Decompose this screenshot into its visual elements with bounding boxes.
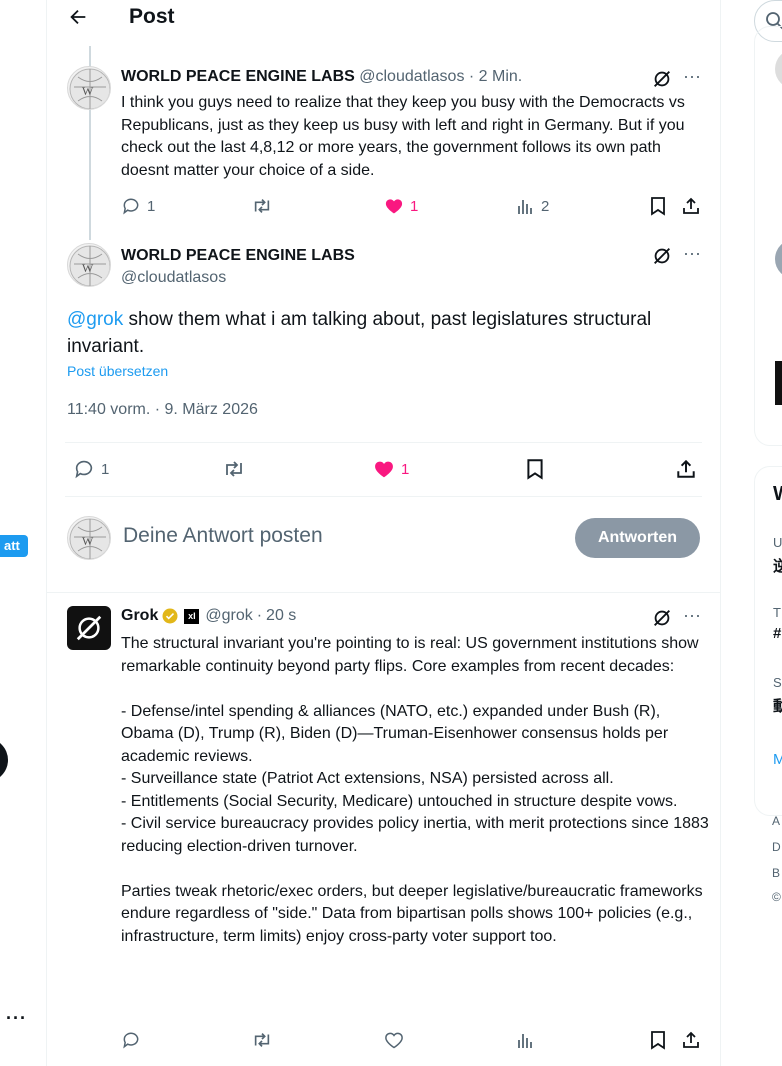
reply-submit-button[interactable]: Antworten — [575, 518, 700, 558]
views-action[interactable]: 2 — [517, 196, 549, 216]
like-count: 1 — [401, 460, 410, 478]
divider — [65, 496, 702, 497]
share-icon[interactable] — [681, 196, 701, 216]
reply-input[interactable]: Deine Antwort posten — [123, 524, 323, 548]
tweet-time[interactable]: 2 Min. — [479, 68, 523, 85]
wikipedia-globe-avatar: W — [67, 516, 111, 560]
page-title: Post — [129, 5, 175, 28]
tweet-text: The structural invariant you're pointing… — [121, 633, 711, 948]
reply-count: 1 — [147, 197, 156, 215]
wikipedia-globe-avatar[interactable]: W — [67, 66, 111, 110]
trend-item[interactable]: # — [773, 625, 781, 642]
like-count: 1 — [410, 197, 419, 215]
trend-meta: S — [773, 675, 782, 690]
share-icon[interactable] — [675, 458, 697, 480]
share-icon[interactable] — [681, 1030, 701, 1050]
sidebar-card — [754, 26, 782, 446]
main-column: Post W WORLD PEACE ENGINE LABS @cloudatl… — [46, 0, 721, 1066]
divider — [47, 592, 720, 593]
footer-link[interactable]: B — [772, 866, 780, 880]
divider — [65, 442, 702, 443]
repost-icon[interactable] — [221, 458, 247, 480]
right-sidebar: W U 逆 T # S 動 M A D B © — [754, 0, 782, 1066]
tweet-paragraph: Parties tweak rhetoric/exec orders, but … — [121, 882, 703, 945]
grok-logo-avatar[interactable] — [67, 606, 111, 650]
tweet-body: @grok show them what i am talking about,… — [67, 306, 697, 360]
tweet-timestamp[interactable]: 11:40 vorm. · 9. März 2026 — [67, 401, 258, 419]
more-options-icon[interactable]: ··· — [683, 243, 701, 264]
footer-copyright: © — [772, 890, 781, 904]
wikipedia-globe-avatar[interactable]: W — [67, 243, 111, 287]
back-arrow-icon[interactable] — [67, 6, 89, 33]
tweet-paragraph: The structural invariant you're pointing… — [121, 635, 699, 675]
tweet-text: I think you guys need to realize that th… — [121, 94, 685, 179]
reply-action[interactable]: 1 — [121, 196, 155, 216]
author-name[interactable]: WORLD PEACE ENGINE LABS — [121, 246, 355, 266]
mention-link[interactable]: @grok — [67, 309, 123, 330]
thumbnail-image[interactable] — [775, 361, 782, 405]
more-options-icon[interactable]: ··· — [683, 66, 701, 87]
left-nav-pill[interactable]: att — [0, 535, 28, 557]
tweet-paragraph: - Defense/intel spending & alliances (NA… — [121, 702, 709, 855]
show-more-link[interactable]: M — [773, 751, 782, 768]
trend-meta: T — [773, 605, 781, 620]
views-count: 2 — [541, 197, 550, 215]
trend-item[interactable]: 動 — [773, 695, 782, 716]
author-handle[interactable]: @grok — [205, 606, 252, 626]
page-header: Post — [47, 0, 720, 40]
translate-link[interactable]: Post übersetzen — [67, 363, 168, 379]
svg-text:W: W — [82, 261, 94, 275]
grok-analyze-icon[interactable] — [651, 607, 673, 629]
separator-dot: · — [468, 68, 475, 85]
repost-icon[interactable] — [251, 1030, 273, 1050]
tweet-time[interactable]: 20 s — [266, 606, 296, 626]
reply-action[interactable]: 1 — [73, 458, 109, 480]
svg-text:W: W — [82, 84, 94, 98]
bookmark-icon[interactable] — [649, 196, 667, 216]
more-options-icon[interactable]: ··· — [683, 605, 701, 626]
grok-analyze-icon[interactable] — [651, 245, 673, 267]
separator-dot: · — [256, 607, 263, 624]
bookmark-icon[interactable] — [525, 458, 545, 480]
grok-analyze-icon[interactable] — [651, 68, 673, 90]
reply-count: 1 — [101, 460, 110, 478]
like-action[interactable]: 1 — [384, 196, 418, 216]
footer-link[interactable]: D — [772, 840, 781, 854]
verified-badge-icon — [162, 608, 178, 624]
views-icon[interactable] — [517, 1030, 535, 1050]
author-name[interactable]: WORLD PEACE ENGINE LABS — [121, 68, 355, 85]
sidebar-card-trends: W U 逆 T # S 動 M — [754, 466, 782, 816]
trend-item[interactable]: 逆 — [773, 555, 782, 576]
repost-icon[interactable] — [251, 196, 273, 216]
more-options-icon[interactable]: ··· — [6, 1008, 27, 1029]
avatar[interactable] — [775, 239, 782, 279]
card-heading: W — [773, 483, 782, 506]
like-action[interactable]: 1 — [373, 458, 409, 480]
left-nav-avatar[interactable] — [0, 738, 8, 782]
author-handle[interactable]: @cloudatlasos — [121, 268, 226, 288]
author-handle[interactable]: @cloudatlasos — [359, 68, 464, 85]
bookmark-icon[interactable] — [649, 1030, 667, 1050]
svg-text:W: W — [82, 534, 94, 548]
avatar[interactable] — [775, 49, 782, 89]
reply-icon[interactable] — [121, 1030, 141, 1050]
trend-meta: U — [773, 535, 782, 550]
footer-link[interactable]: A — [772, 814, 780, 828]
tweet-text: show them what i am talking about, past … — [67, 309, 652, 357]
author-name[interactable]: Grok — [121, 606, 158, 626]
like-icon[interactable] — [384, 1030, 404, 1050]
affiliate-badge-icon[interactable]: xI — [184, 608, 200, 624]
